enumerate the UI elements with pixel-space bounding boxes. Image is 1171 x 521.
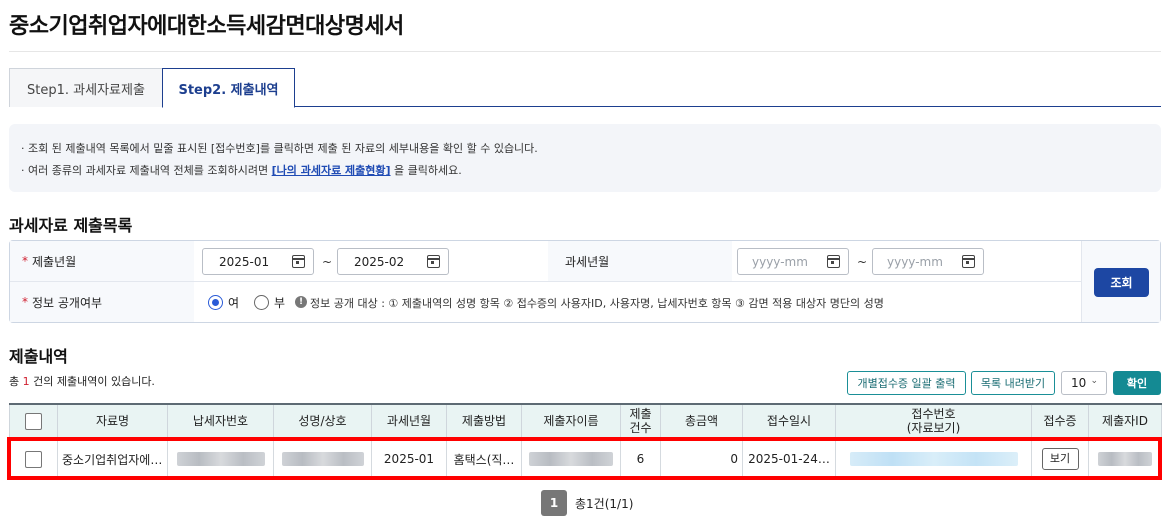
header-receipt-number: 접수번호 (자료보기) [835,403,1032,440]
disclosure-label: * 정보 공개여부 [10,282,194,322]
page-size-select[interactable]: 10 ⌄ [1061,371,1107,395]
table-row[interactable]: 중소기업취업자에… 2025-01 홈택스(직… 6 0 2025-01-24…… [9,438,1162,480]
view-receipt-button[interactable]: 보기 [1041,448,1079,470]
cell-submitter-name [521,438,621,480]
submit-month-label-text: 제출년월 [32,254,77,269]
header-submitter-name: 제출자이름 [521,403,621,440]
print-receipts-button[interactable]: 개별접수증 일괄 출력 [847,371,966,395]
range-tilde: ~ [322,255,333,269]
required-mark: * [22,295,28,309]
info-line-1: · 조회 된 제출내역 목록에서 밑줄 표시된 [접수번호]를 클릭하면 제출 … [21,142,538,155]
page-size-value: 10 [1071,376,1087,390]
submit-month-from-value: 2025-01 [219,254,270,269]
submit-month-to-value: 2025-02 [354,254,405,269]
header-taxpayer-number: 납세자번호 [167,403,274,440]
header-method: 제출방법 [446,403,522,440]
header-data-name: 자료명 [57,403,168,440]
disclosure-note: 정보 공개 대상 : ① 제출내역의 성명 항목 ② 접수증의 사용자ID, 사… [310,297,884,310]
header-received-at: 접수일시 [742,403,836,440]
redacted-submitter-id [1098,452,1152,467]
cell-receipt-number[interactable] [835,438,1032,480]
redacted-name [281,452,364,467]
cell-tax-month: 2025-01 [371,438,447,480]
chevron-down-icon: ⌄ [1090,376,1098,386]
info-line-2: · 여러 종류의 과세자료 제출내역 전체를 조회하시려면 [나의 과세자료 제… [21,160,1149,182]
info-icon: ! [295,296,307,308]
disclosure-no-radio[interactable] [254,295,269,310]
title-divider [9,51,1161,52]
tab-step2[interactable]: Step2. 제출내역 [162,68,295,108]
cell-data-name: 중소기업취업자에… [57,438,168,480]
step-tabs: Step1. 과세자료제출 Step2. 제출내역 [9,68,1161,108]
results-section-title: 제출내역 [9,347,68,366]
submit-month-label: * 제출년월 [10,241,194,281]
disclosure-yes-label[interactable]: 여 [228,294,239,311]
results-count: 총 1 건의 제출내역이 있습니다. [9,373,155,389]
submit-month-to-input[interactable]: 2025-02 [337,248,449,275]
disclosure-yes-radio[interactable] [208,295,223,310]
cell-taxpayer-number [167,438,274,480]
redacted-submitter-name [529,452,613,467]
page-title: 중소기업취업자에대한소득세감면대상명세서 [9,14,404,39]
search-row-disclosure: * 정보 공개여부 여 부 ! 정보 공개 대상 : ① 제출내역의 성명 항목 … [10,282,1081,322]
tax-month-from-input[interactable]: yyyy-mm [737,248,849,275]
header-tax-month: 과세년월 [371,403,447,440]
submit-month-from-input[interactable]: 2025-01 [202,248,314,275]
info-line-2-pre: · 여러 종류의 과세자료 제출내역 전체를 조회하시려면 [21,164,272,177]
calendar-icon[interactable] [962,255,975,268]
header-submitter-id: 제출자ID [1088,403,1162,440]
table-header-row: 자료명 납세자번호 성명/상호 과세년월 제출방법 제출자이름 제출 건수 총금… [9,403,1162,440]
tax-month-from-placeholder: yyyy-mm [752,254,808,269]
search-row-months: * 제출년월 2025-01 ~ 2025-02 과세년월 yyyy-mm ~ y… [10,241,1081,282]
cell-receipt: 보기 [1031,438,1089,480]
required-mark: * [22,254,28,268]
search-button[interactable]: 조회 [1094,268,1149,297]
header-count: 제출 건수 [620,403,661,440]
header-total: 총금액 [660,403,743,440]
cell-count: 6 [620,438,661,480]
count-number: 1 [22,375,30,388]
tax-month-to-placeholder: yyyy-mm [887,254,943,269]
redacted-taxpayer-number [176,452,265,467]
cell-received-at: 2025-01-24… [742,438,836,480]
results-table: 자료명 납세자번호 성명/상호 과세년월 제출방법 제출자이름 제출 건수 총금… [9,403,1162,480]
calendar-icon[interactable] [427,255,440,268]
download-list-button[interactable]: 목록 내려받기 [971,371,1055,395]
select-all-checkbox[interactable] [25,413,42,431]
pagination-current-page[interactable]: 1 [541,490,567,516]
header-select-all [9,403,58,440]
calendar-icon[interactable] [292,255,305,268]
cell-total: 0 [660,438,743,480]
info-line-2-post: 을 클릭하세요. [390,164,462,177]
tab-step1[interactable]: Step1. 과세자료제출 [9,68,163,107]
disclosure-no-label[interactable]: 부 [274,294,285,311]
my-submission-status-link[interactable]: [나의 과세자료 제출현황] [272,164,391,177]
header-name: 성명/상호 [273,403,372,440]
confirm-button[interactable]: 확인 [1113,371,1161,395]
tax-month-label: 과세년월 [548,241,732,281]
cell-submitter-id [1088,438,1162,480]
row-checkbox[interactable] [25,450,42,468]
count-post: 건의 제출내역이 있습니다. [29,375,155,388]
cell-method: 홈택스(직… [446,438,522,480]
row-select-cell [9,438,58,480]
calendar-icon[interactable] [827,255,840,268]
search-form: * 제출년월 2025-01 ~ 2025-02 과세년월 yyyy-mm ~ y… [9,240,1161,323]
search-section-title: 과세자료 제출목록 [9,216,133,235]
disclosure-label-text: 정보 공개여부 [32,295,103,310]
tax-month-to-input[interactable]: yyyy-mm [872,248,984,275]
count-pre: 총 [9,375,23,388]
header-receipt: 접수증 [1031,403,1089,440]
info-box: · 조회 된 제출내역 목록에서 밑줄 표시된 [접수번호]를 클릭하면 제출 … [9,124,1161,192]
redacted-receipt-number-link[interactable] [849,452,1018,467]
pagination-summary: 총1건(1/1) [575,497,634,511]
search-button-cell: 조회 [1081,241,1160,322]
range-tilde: ~ [857,255,868,269]
cell-name [273,438,372,480]
